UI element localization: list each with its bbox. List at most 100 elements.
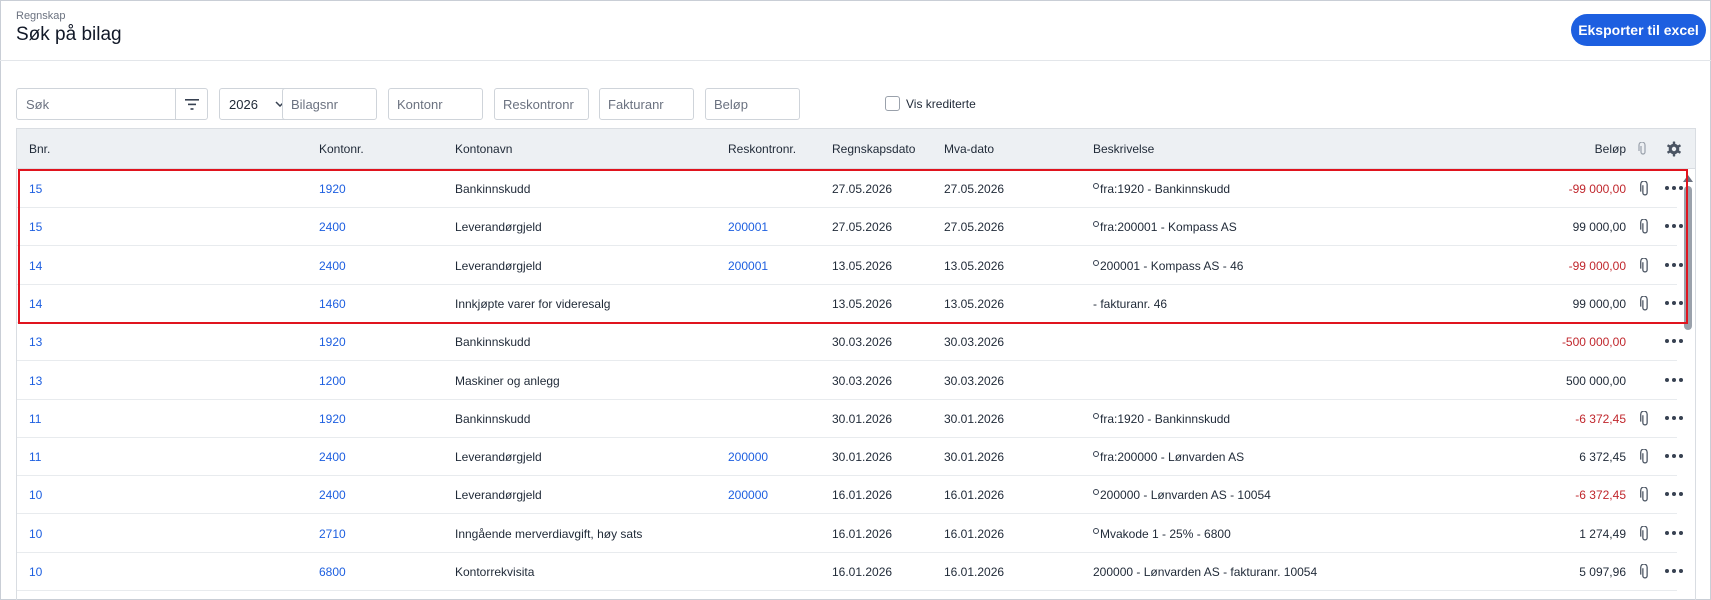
attachment-icon[interactable] bbox=[1638, 219, 1652, 235]
kontonr-link[interactable]: 1920 bbox=[319, 412, 346, 426]
table-row[interactable]: 11 1920 Bankinnskudd 30.01.2026 30.01.2026 fr… bbox=[17, 400, 1683, 438]
mvadato-cell: 16.01.2026 bbox=[944, 526, 1005, 541]
beskrivelse-cell: 200000 - Lønvarden AS - 10054 bbox=[1093, 488, 1271, 502]
scroll-up-icon[interactable] bbox=[1683, 175, 1693, 182]
mvadato-cell: 13.05.2026 bbox=[944, 296, 1005, 311]
column-header-kontonavn[interactable]: Kontonavn bbox=[455, 142, 512, 156]
regnskapsdato-cell: 30.01.2026 bbox=[832, 411, 893, 426]
more-dot bbox=[1665, 454, 1669, 459]
attachment-icon[interactable] bbox=[1638, 295, 1652, 312]
kontonr-link[interactable]: 1920 bbox=[319, 182, 346, 196]
bnr-link[interactable]: 10 bbox=[29, 565, 42, 579]
kontonr-link[interactable]: 2400 bbox=[319, 259, 346, 273]
kontonr-link[interactable]: 2400 bbox=[319, 220, 346, 234]
table-row[interactable]: 11 2400 Leverandørgjeld 200000 30.01.2026 30.… bbox=[17, 438, 1683, 477]
vis-krediterte-checkbox[interactable] bbox=[885, 96, 900, 111]
kontonr-link[interactable]: 2710 bbox=[319, 527, 346, 541]
bnr-link[interactable]: 13 bbox=[29, 374, 42, 388]
source-marker-icon bbox=[1093, 183, 1099, 189]
bnr-link[interactable]: 11 bbox=[29, 450, 41, 464]
column-header-mvadato[interactable]: Mva-dato bbox=[944, 142, 994, 156]
beskrivelse-cell: 200001 - Kompass AS - 46 bbox=[1093, 259, 1243, 273]
filter-bar: 2026 Vis krediterte bbox=[16, 88, 1616, 120]
more-dot bbox=[1672, 377, 1676, 382]
bnr-link[interactable]: 10 bbox=[29, 488, 42, 502]
bnr-link[interactable]: 15 bbox=[29, 182, 42, 196]
reskontronr-input[interactable] bbox=[494, 88, 589, 120]
table-row[interactable]: 10 2710 Inngående merverdiavgift, høy sats… bbox=[17, 515, 1683, 553]
table-row[interactable]: 10 2400 Leverandørgjeld 200000 16.01.2026 16.… bbox=[17, 476, 1683, 515]
table-row[interactable]: 10 6800 Kontorrekvisita 16.01.2026 16.01.202… bbox=[17, 553, 1683, 591]
kontonr-link[interactable]: 6800 bbox=[319, 565, 346, 579]
more-dot bbox=[1665, 569, 1669, 573]
column-header-bnr[interactable]: Bnr. bbox=[29, 142, 50, 156]
more-dot bbox=[1665, 186, 1669, 190]
column-header-kontonr[interactable]: Kontonr. bbox=[319, 142, 364, 156]
source-marker-icon bbox=[1093, 527, 1099, 534]
vertical-scrollbar[interactable] bbox=[1679, 170, 1695, 600]
search-input[interactable] bbox=[17, 89, 176, 119]
mvadato-cell: 30.03.2026 bbox=[944, 373, 1005, 388]
source-marker-icon bbox=[1093, 221, 1099, 228]
regnskapsdato-cell: 16.01.2026 bbox=[832, 565, 893, 579]
bnr-link[interactable]: 14 bbox=[29, 259, 42, 273]
table-row[interactable]: 13 1920 Bankinnskudd 30.03.2026 30.03.2026 -5… bbox=[17, 323, 1683, 362]
belop-input[interactable] bbox=[705, 88, 800, 120]
attachment-icon[interactable] bbox=[1638, 181, 1652, 197]
attachment-icon[interactable] bbox=[1638, 257, 1652, 274]
reskontronr-link[interactable]: 200000 bbox=[728, 488, 768, 502]
export-to-excel-button[interactable]: Eksporter til excel bbox=[1571, 14, 1706, 46]
breadcrumb[interactable]: Regnskap bbox=[16, 10, 66, 22]
kontonr-input[interactable] bbox=[388, 88, 483, 120]
attachment-icon[interactable] bbox=[1638, 410, 1652, 427]
reskontronr-link[interactable]: 200000 bbox=[728, 450, 768, 464]
filter-button[interactable] bbox=[176, 89, 207, 119]
kontonr-link[interactable]: 1200 bbox=[319, 374, 346, 388]
table-row[interactable]: 15 1920 Bankinnskudd 27.05.2026 27.05.2026 fr… bbox=[17, 170, 1683, 208]
vis-krediterte-label[interactable]: Vis krediterte bbox=[906, 97, 976, 111]
column-header-reskontronr[interactable]: Reskontronr. bbox=[728, 142, 796, 156]
reskontronr-link[interactable]: 200001 bbox=[728, 220, 768, 234]
gear-icon[interactable] bbox=[1666, 141, 1682, 157]
reskontronr-link[interactable]: 200001 bbox=[728, 259, 768, 273]
kontonr-link[interactable]: 2400 bbox=[319, 450, 346, 464]
table-row[interactable]: 15 2400 Leverandørgjeld 200001 27.05.2026 27.… bbox=[17, 208, 1683, 247]
attachment-icon[interactable] bbox=[1638, 487, 1652, 503]
beskrivelse-text: fra:200001 - Kompass AS bbox=[1100, 220, 1237, 235]
column-header-belop[interactable]: Beløp bbox=[1572, 142, 1626, 156]
beskrivelse-text: 200000 - Lønvarden AS - 10054 bbox=[1100, 488, 1271, 503]
more-dot bbox=[1672, 454, 1676, 459]
beskrivelse-cell: fra:200000 - Lønvarden AS bbox=[1093, 450, 1244, 464]
scroll-thumb[interactable] bbox=[1684, 186, 1692, 330]
kontonavn-cell: Bankinnskudd bbox=[455, 335, 531, 350]
bnr-link[interactable]: 11 bbox=[29, 412, 41, 426]
kontonr-link[interactable]: 2400 bbox=[319, 488, 346, 502]
beskrivelse-cell: fra:200001 - Kompass AS bbox=[1093, 220, 1237, 234]
column-header-regnskapsdato[interactable]: Regnskapsdato bbox=[832, 142, 915, 156]
mvadato-cell: 27.05.2026 bbox=[944, 220, 1005, 235]
attachment-icon[interactable] bbox=[1638, 525, 1652, 542]
voucher-table: Bnr. Kontonr. Kontonavn Reskontronr. Reg… bbox=[16, 128, 1696, 600]
regnskapsdato-cell: 13.05.2026 bbox=[832, 258, 893, 273]
fakturanr-input[interactable] bbox=[599, 88, 694, 120]
table-row[interactable]: 14 1460 Innkjøpte varer for videresalg 13.0… bbox=[17, 285, 1683, 323]
kontonavn-cell: Leverandørgjeld bbox=[455, 488, 542, 503]
more-dot bbox=[1672, 415, 1676, 420]
table-row[interactable]: 13 1200 Maskiner og anlegg 30.03.2026 30.03.… bbox=[17, 362, 1683, 400]
kontonr-link[interactable]: 1460 bbox=[319, 297, 346, 311]
more-dot bbox=[1672, 262, 1676, 267]
table-row[interactable]: 14 2400 Leverandørgjeld 200001 13.05.2026 13.… bbox=[17, 247, 1683, 285]
belop-cell: 5 097,96 bbox=[1579, 565, 1626, 579]
bnr-link[interactable]: 13 bbox=[29, 335, 42, 349]
bnr-link[interactable]: 15 bbox=[29, 220, 42, 234]
kontonr-link[interactable]: 1920 bbox=[319, 335, 346, 349]
attachment-icon[interactable] bbox=[1638, 449, 1652, 465]
kontonavn-cell: Leverandørgjeld bbox=[455, 220, 542, 235]
bilagsnr-input[interactable] bbox=[282, 88, 377, 120]
attachment-icon[interactable] bbox=[1638, 564, 1652, 580]
bnr-link[interactable]: 10 bbox=[29, 527, 42, 541]
bnr-link[interactable]: 14 bbox=[29, 297, 42, 311]
column-header-beskrivelse[interactable]: Beskrivelse bbox=[1093, 142, 1154, 156]
belop-cell: 1 274,49 bbox=[1579, 526, 1626, 541]
regnskapsdato-cell: 30.03.2026 bbox=[832, 335, 893, 350]
